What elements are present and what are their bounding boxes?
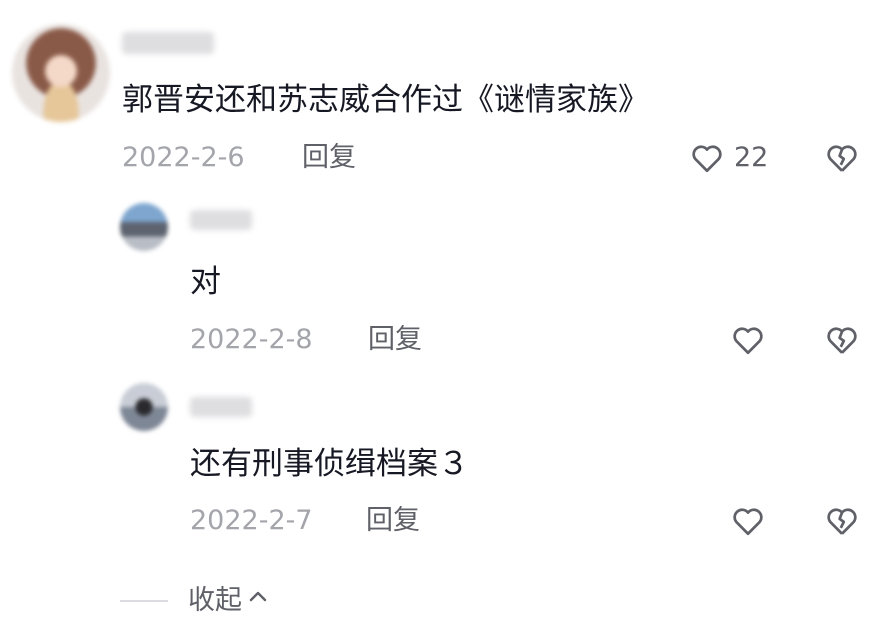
broken-heart-icon	[824, 322, 860, 358]
chevron-up-icon	[246, 584, 270, 618]
collapse-label: 收起	[188, 585, 242, 616]
collapse-replies-button[interactable]: 收起	[188, 584, 270, 618]
reply-button[interactable]: 回复	[368, 323, 422, 357]
reply-button[interactable]: 回复	[366, 504, 420, 538]
like-count: 22	[734, 142, 769, 173]
heart-outline-icon	[689, 140, 725, 176]
reply-text: 对	[190, 264, 221, 300]
reply-avatar[interactable]	[120, 383, 168, 431]
heart-outline-icon	[730, 503, 766, 539]
username-blurred[interactable]	[122, 32, 214, 54]
comment-text: 郭晋安还和苏志威合作过《谜情家族》	[122, 82, 649, 118]
heart-outline-icon	[730, 322, 766, 358]
broken-heart-icon	[824, 140, 860, 176]
reply-button[interactable]: 回复	[302, 141, 356, 175]
reply-avatar[interactable]	[120, 203, 168, 251]
reply-text: 还有刑事侦缉档案３	[190, 446, 469, 482]
reply-date: 2022-2-7	[190, 505, 313, 536]
avatar[interactable]	[12, 24, 110, 122]
dislike-button[interactable]	[824, 140, 860, 176]
broken-heart-icon	[824, 503, 860, 539]
dislike-button[interactable]	[824, 322, 860, 358]
like-button[interactable]	[730, 322, 766, 358]
like-button[interactable]	[730, 503, 766, 539]
reply-date: 2022-2-8	[190, 324, 313, 355]
like-button[interactable]	[689, 140, 725, 176]
reply-username-blurred[interactable]	[190, 397, 252, 417]
reply-username-blurred[interactable]	[190, 210, 252, 230]
divider	[120, 600, 168, 602]
dislike-button[interactable]	[824, 503, 860, 539]
comment-date: 2022-2-6	[122, 142, 245, 173]
